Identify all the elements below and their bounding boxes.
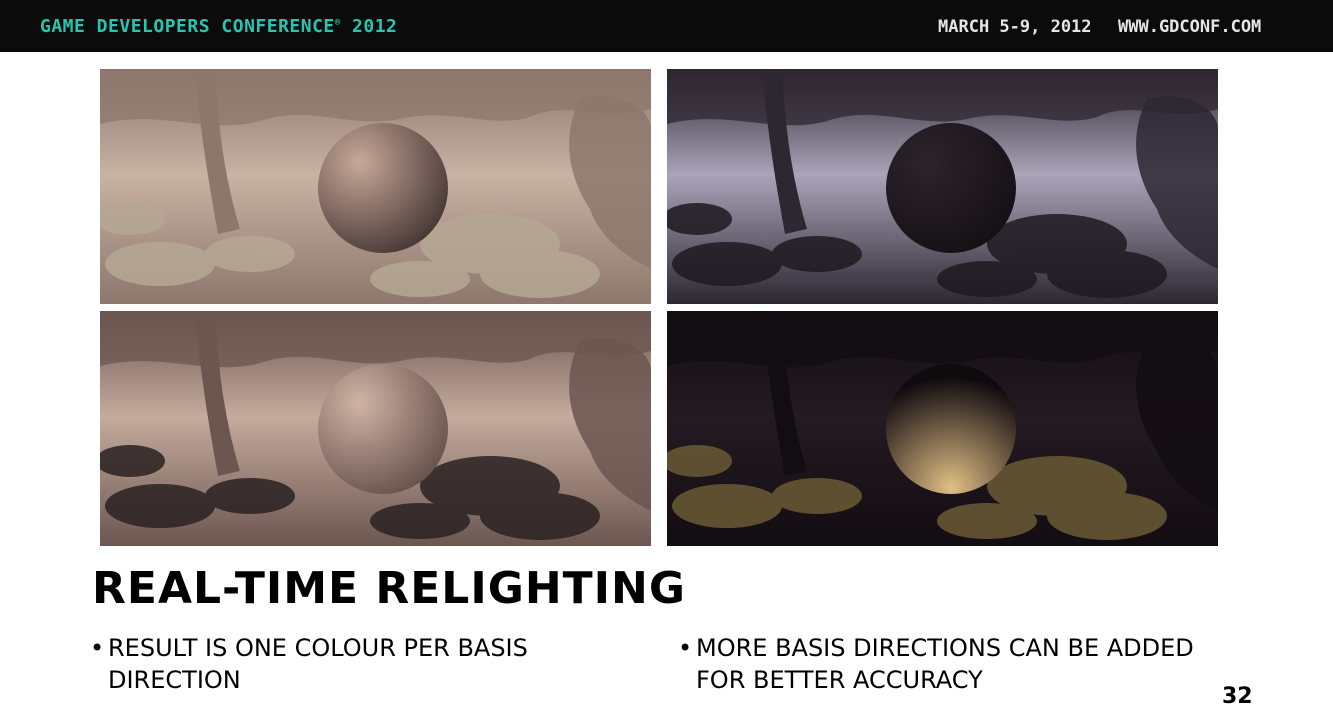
bullet-text: MORE BASIS DIRECTIONS CAN BE ADDED FOR B… (696, 634, 1194, 694)
probe-sphere (886, 123, 1016, 253)
scene-render-image (667, 311, 1218, 546)
page-number: 32 (1222, 684, 1253, 709)
scene-render-image (100, 69, 651, 304)
render-panel-bottom-left (100, 311, 651, 546)
bullet-text: RESULT IS ONE COLOUR PER BASIS DIRECTION (108, 634, 528, 694)
probe-sphere (318, 123, 448, 253)
bullet-marker: • (678, 634, 693, 662)
conference-header-bar: GAME DEVELOPERS CONFERENCE® 2012 MARCH 5… (0, 0, 1333, 52)
conference-title: GAME DEVELOPERS CONFERENCE® 2012 (40, 16, 397, 37)
scene-render-image (100, 311, 651, 546)
bullet-item-2: • MORE BASIS DIRECTIONS CAN BE ADDED FOR… (678, 632, 1198, 696)
conference-name: GAME DEVELOPERS CONFERENCE (40, 16, 335, 37)
probe-sphere (886, 364, 1016, 494)
slide-title: REAL-TIME RELIGHTING (92, 563, 686, 614)
scene-render-image (667, 69, 1218, 304)
probe-sphere (318, 364, 448, 494)
render-panel-top-right (667, 69, 1218, 304)
render-panel-bottom-right (667, 311, 1218, 546)
conference-url: WWW.GDCONF.COM (1118, 17, 1262, 37)
conference-year: 2012 (352, 16, 398, 37)
render-panel-top-left (100, 69, 651, 304)
bullet-marker: • (90, 634, 105, 662)
registered-mark: ® (334, 18, 341, 28)
bullet-item-1: • RESULT IS ONE COLOUR PER BASIS DIRECTI… (90, 632, 610, 696)
conference-dates: MARCH 5-9, 2012 (938, 17, 1092, 37)
